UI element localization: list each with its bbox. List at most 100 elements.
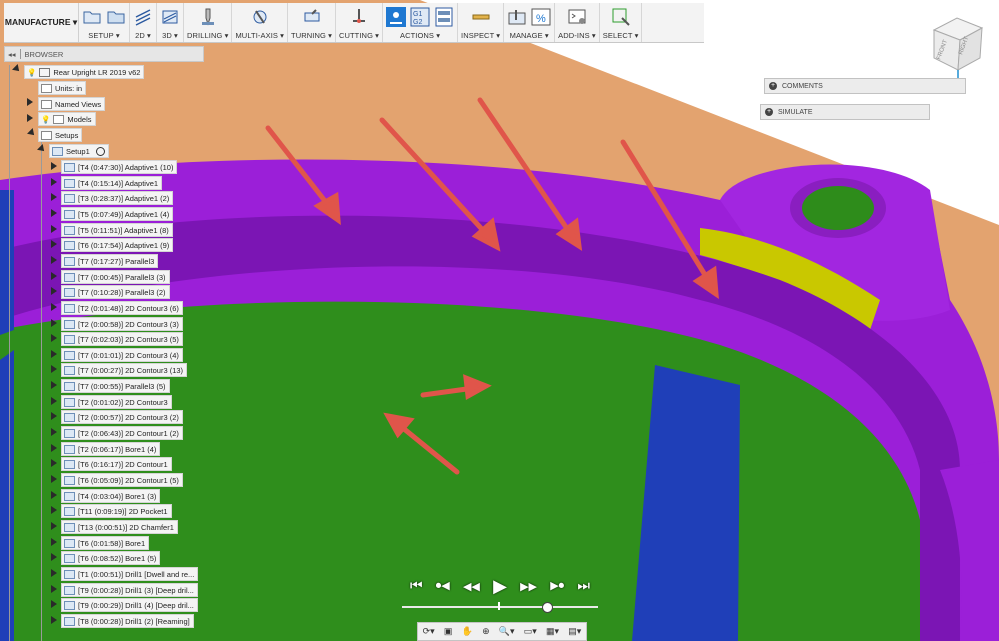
gcode-icon[interactable]: G1G2 bbox=[410, 7, 430, 27]
expand-operation-icon[interactable] bbox=[51, 412, 57, 420]
setup1-node[interactable]: Setup1 bbox=[49, 144, 109, 158]
step-forward-button[interactable]: ▶▶ bbox=[520, 580, 537, 593]
next-key-button[interactable]: ▶⏺ bbox=[550, 579, 564, 593]
models-lightbulb-icon[interactable]: 💡 bbox=[41, 115, 50, 124]
multi-axis-icon[interactable] bbox=[250, 7, 270, 27]
3d-toolpath-icon[interactable] bbox=[160, 7, 180, 27]
group-add-ins[interactable]: ADD-INS ▾ bbox=[555, 3, 600, 42]
operation-node[interactable]: [T6 (0:16:17)] 2D Contour1 bbox=[61, 457, 172, 471]
operation-node[interactable]: [T2 (0:06:43)] 2D Contour1 (2) bbox=[61, 426, 183, 440]
group-drilling[interactable]: DRILLING ▾ bbox=[184, 3, 233, 42]
browser-header[interactable]: ◂◂ BROWSER bbox=[4, 46, 204, 62]
operation-node[interactable]: [T6 (0:17:54)] Adaptive1 (9) bbox=[61, 238, 174, 252]
grid-icon[interactable]: ▦▾ bbox=[546, 626, 559, 637]
operation-node[interactable]: [T4 (0:03:04)] Bore1 (3) bbox=[61, 489, 161, 503]
operation-node[interactable]: [T7 (0:00:27)] 2D Contour3 (13) bbox=[61, 363, 188, 377]
operation-node[interactable]: [T5 (0:11:51)] Adaptive1 (8) bbox=[61, 223, 173, 237]
display-icon[interactable]: ▭▾ bbox=[524, 626, 537, 637]
2d-toolpath-icon[interactable] bbox=[133, 7, 153, 27]
operation-node[interactable]: [T4 (0:15:14)] Adaptive1 bbox=[61, 176, 163, 190]
expand-operation-icon[interactable] bbox=[51, 491, 57, 499]
operation-node[interactable]: [T8 (0:00:28)] Drill1 (2) [Reaming] bbox=[61, 614, 194, 628]
comments-panel[interactable]: + COMMENTS bbox=[764, 78, 966, 94]
operation-node[interactable]: [T7 (0:01:01)] 2D Contour3 (4) bbox=[61, 348, 183, 362]
simulate-panel[interactable]: + SIMULATE bbox=[760, 104, 930, 120]
expand-operation-icon[interactable] bbox=[51, 287, 57, 295]
previous-key-button[interactable]: ⏺◀ bbox=[436, 579, 450, 593]
simulate-expand-icon[interactable]: + bbox=[765, 108, 773, 116]
operation-node[interactable]: [T7 (0:10:28)] Parallel3 (2) bbox=[61, 285, 170, 299]
operation-node[interactable]: [T7 (0:00:55)] Parallel3 (5) bbox=[61, 379, 170, 393]
comments-expand-icon[interactable]: + bbox=[769, 82, 777, 90]
expand-operation-icon[interactable] bbox=[51, 616, 57, 624]
group-manage[interactable]: % MANAGE ▾ bbox=[504, 3, 556, 42]
expand-operation-icon[interactable] bbox=[51, 397, 57, 405]
named-views-node[interactable]: Named Views bbox=[38, 97, 106, 111]
select-icon[interactable] bbox=[611, 7, 631, 27]
expand-operation-icon[interactable] bbox=[51, 569, 57, 577]
simulate-icon[interactable] bbox=[386, 7, 407, 27]
operation-node[interactable]: [T2 (0:01:02)] 2D Contour3 bbox=[61, 395, 172, 409]
measure-icon[interactable] bbox=[471, 7, 491, 27]
expand-operation-icon[interactable] bbox=[51, 178, 57, 186]
post-library-icon[interactable]: % bbox=[531, 7, 551, 27]
timeline-knob[interactable] bbox=[542, 602, 553, 613]
play-button[interactable]: ▶ bbox=[493, 576, 507, 597]
expand-operation-icon[interactable] bbox=[51, 193, 57, 201]
group-turning[interactable]: TURNING ▾ bbox=[288, 3, 336, 42]
group-actions[interactable]: G1 G2 ACTIONS ▾ bbox=[383, 3, 459, 42]
units-node[interactable]: Units: in bbox=[38, 81, 87, 95]
expand-operation-icon[interactable] bbox=[51, 522, 57, 530]
drill-icon[interactable] bbox=[198, 7, 218, 27]
setups-node[interactable]: Setups bbox=[38, 128, 83, 142]
expand-operation-icon[interactable] bbox=[51, 209, 57, 217]
expand-operation-icon[interactable] bbox=[51, 303, 57, 311]
operation-node[interactable]: [T7 (0:00:45)] Parallel3 (3) bbox=[61, 270, 170, 284]
group-setup[interactable]: SETUP ▾ bbox=[79, 3, 130, 42]
group-select[interactable]: SELECT ▾ bbox=[600, 3, 643, 42]
operation-node[interactable]: [T7 (0:02:03)] 2D Contour3 (5) bbox=[61, 332, 183, 346]
pan-icon[interactable]: ✋ bbox=[462, 626, 473, 637]
operation-node[interactable]: [T9 (0:00:29)] Drill1 (4) [Deep dril... bbox=[61, 598, 198, 612]
expand-operation-icon[interactable] bbox=[51, 256, 57, 264]
group-3d[interactable]: 3D ▾ bbox=[157, 3, 184, 42]
group-cutting[interactable]: CUTTING ▾ bbox=[336, 3, 384, 42]
fit-icon[interactable]: 🔍▾ bbox=[499, 626, 515, 637]
operation-node[interactable]: [T2 (0:00:57)] 2D Contour3 (2) bbox=[61, 410, 183, 424]
expand-named-views-icon[interactable] bbox=[27, 98, 33, 106]
expand-operation-icon[interactable] bbox=[51, 475, 57, 483]
viewports-icon[interactable]: ▤▾ bbox=[568, 626, 581, 637]
tree-root[interactable]: 💡 Rear Upright LR 2019 v62 bbox=[24, 65, 145, 79]
operation-node[interactable]: [T7 (0:17:27)] Parallel3 bbox=[61, 254, 159, 268]
operation-node[interactable]: [T13 (0:00:51)] 2D Chamfer1 bbox=[61, 520, 178, 534]
operation-node[interactable]: [T4 (0:47:30)] Adaptive1 (10) bbox=[61, 160, 178, 174]
zoom-icon[interactable]: ⊕ bbox=[482, 626, 490, 637]
expand-operation-icon[interactable] bbox=[51, 381, 57, 389]
orbit-icon[interactable]: ⟳▾ bbox=[423, 626, 435, 637]
operation-node[interactable]: [T6 (0:08:52)] Bore1 (5) bbox=[61, 551, 161, 565]
expand-operation-icon[interactable] bbox=[51, 459, 57, 467]
tool-library-icon[interactable] bbox=[507, 7, 527, 27]
expand-operation-icon[interactable] bbox=[51, 240, 57, 248]
step-back-button[interactable]: ◀◀ bbox=[463, 580, 480, 593]
operation-node[interactable]: [T2 (0:00:58)] 2D Contour3 (3) bbox=[61, 317, 183, 331]
operation-node[interactable]: [T6 (0:05:09)] 2D Contour1 (5) bbox=[61, 473, 183, 487]
operation-node[interactable]: [T3 (0:28:37)] Adaptive1 (2) bbox=[61, 191, 174, 205]
operation-node[interactable]: [T1 (0:00:51)] Drill1 [Dwell and re... bbox=[61, 567, 199, 581]
group-inspect[interactable]: INSPECT ▾ bbox=[458, 3, 505, 42]
expand-operation-icon[interactable] bbox=[51, 553, 57, 561]
look-at-icon[interactable]: ▣ bbox=[444, 626, 453, 637]
timeline-slider[interactable] bbox=[402, 602, 598, 613]
operation-node[interactable]: [T6 (0:01:58)] Bore1 bbox=[61, 536, 150, 550]
expand-operation-icon[interactable] bbox=[51, 600, 57, 608]
turning-icon[interactable] bbox=[302, 7, 322, 27]
operation-node[interactable]: [T2 (0:06:17)] Bore1 (4) bbox=[61, 442, 161, 456]
expand-operation-icon[interactable] bbox=[51, 538, 57, 546]
expand-operation-icon[interactable] bbox=[51, 350, 57, 358]
expand-operation-icon[interactable] bbox=[51, 585, 57, 593]
expand-operation-icon[interactable] bbox=[51, 162, 57, 170]
operation-node[interactable]: [T9 (0:00:28)] Drill1 (3) [Deep dril... bbox=[61, 583, 198, 597]
folder-icon[interactable] bbox=[106, 7, 126, 27]
collapse-icon[interactable]: ◂◂ bbox=[8, 50, 16, 59]
expand-operation-icon[interactable] bbox=[51, 506, 57, 514]
